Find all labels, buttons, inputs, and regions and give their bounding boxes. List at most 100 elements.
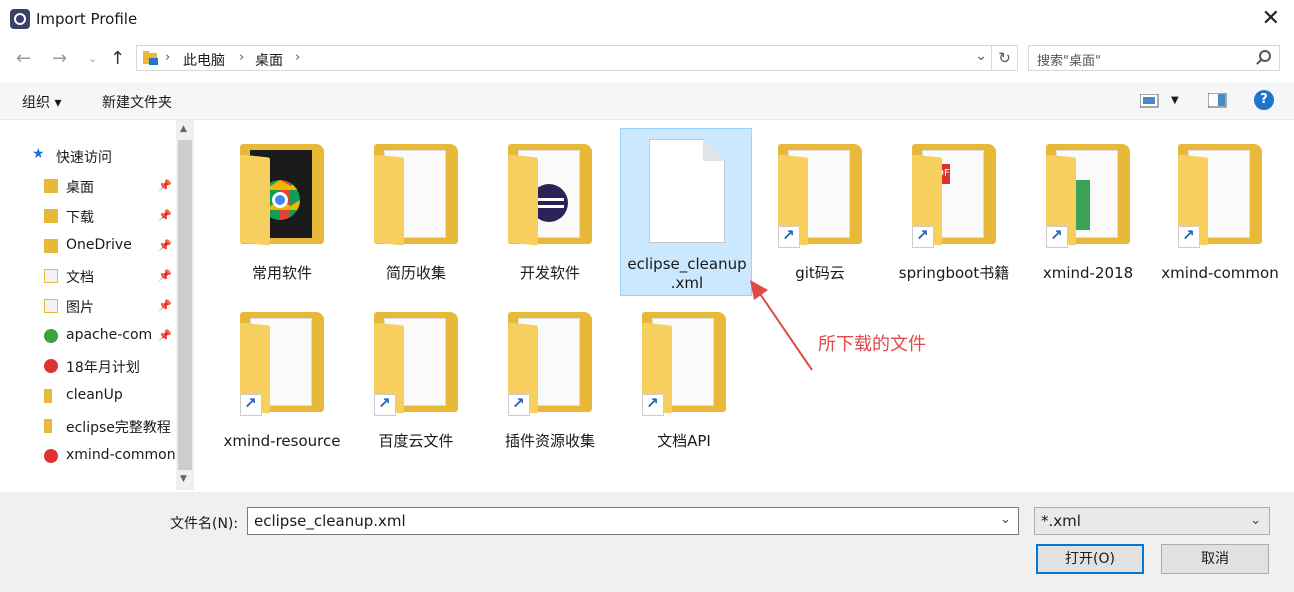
folder-thumbnail [240,312,324,416]
search-icon [1259,50,1271,62]
app-icon [10,9,30,29]
scroll-down-icon[interactable]: ▼ [180,474,187,484]
pin-icon[interactable]: 📌 [158,239,172,252]
folder-thumbnail [1046,144,1130,248]
annotation-arrow-icon [750,280,813,371]
nav-item-onedrive[interactable]: OneDrive 📌 [0,232,176,260]
address-bar[interactable]: › 此电脑 › 桌面 › ⌄ ↻ [136,45,1018,71]
shortcut-arrow-icon [374,394,396,416]
file-label: 常用软件 [251,264,312,282]
annotation-text: 所下载的文件 [818,334,926,355]
shortcut-springboot-books[interactable]: PDF springboot书籍 [888,130,1020,298]
folder-dev-software[interactable]: 开发软件 [484,130,616,298]
preview-pane-icon[interactable] [1208,93,1228,109]
file-eclipse-cleanup[interactable]: eclipse_cleanup .xml [620,128,752,296]
file-label: xmind-2018 [1042,264,1134,282]
nav-item-label: cleanUp [66,387,123,403]
scroll-thumb[interactable] [178,140,192,470]
pin-icon[interactable]: 📌 [158,269,172,282]
navigation-pane: ★ 快速访问 桌面 📌 下载 📌 OneDrive 📌 文档 📌 图片 📌 ap… [0,120,194,490]
shortcut-arrow-icon [1178,226,1200,248]
shortcut-plugin-resources[interactable]: 插件资源收集 [484,298,616,466]
pin-icon[interactable]: 📌 [158,299,172,312]
folder-icon [44,329,58,343]
shortcut-arrow-icon [1046,226,1068,248]
help-icon[interactable]: ? [1254,90,1274,110]
download-icon [44,209,58,223]
scroll-up-icon[interactable]: ▲ [180,124,187,134]
folder-icon [44,449,58,463]
nav-item-cleanup[interactable]: cleanUp [0,382,176,410]
nav-item-label: 快速访问 [56,150,112,166]
folder-thumbnail [240,144,324,248]
file-thumbnail [645,139,729,247]
title-bar: Import Profile ✕ [0,0,1294,38]
file-type-select[interactable]: *.xml ⌄ [1034,507,1270,535]
nav-item-18-plan[interactable]: 18年月计划 [0,352,176,380]
view-chevron-icon[interactable]: ▼ [1171,95,1179,106]
shortcut-xmind-resource[interactable]: xmind-resource [216,298,348,466]
up-icon[interactable]: ↑ [110,48,125,69]
file-type-value: *.xml [1041,512,1081,530]
new-folder-button[interactable]: 新建文件夹 [102,92,172,112]
breadcrumb-separator: › [295,50,301,65]
chevron-down-icon[interactable]: ⌄ [975,48,987,64]
nav-scrollbar[interactable]: ▲ ▼ [176,120,194,490]
folder-icon [143,51,158,65]
breadcrumb-this-pc[interactable]: 此电脑 [183,50,225,70]
filename-chevron-icon[interactable]: ⌄ [1000,512,1011,527]
nav-item-xmind-common[interactable]: xmind-common [0,442,176,470]
view-icon[interactable] [1140,94,1160,108]
shortcut-arrow-icon [508,394,530,416]
search-input[interactable]: 搜索"桌面" [1028,45,1280,71]
shortcut-doc-api[interactable]: 文档API [618,298,750,466]
nav-item-quick-access[interactable]: ★ 快速访问 [0,142,176,170]
nav-item-documents[interactable]: 文档 📌 [0,262,176,290]
recent-chevron-icon[interactable]: ⌄ [88,52,97,65]
nav-item-label: xmind-common [66,447,176,463]
shortcut-git[interactable]: git码云 [754,130,886,298]
cloud-icon [44,239,58,253]
folder-icon [44,359,58,373]
folder-common-software[interactable]: 常用软件 [216,130,348,298]
document-icon [44,269,58,283]
breadcrumb-desktop[interactable]: 桌面 [255,50,283,70]
filename-label: 文件名(N): [170,516,239,532]
pin-icon[interactable]: 📌 [158,209,172,222]
refresh-icon[interactable]: ↻ [991,46,1017,70]
nav-item-label: 下载 [66,210,94,226]
folder-thumbnail [508,312,592,416]
file-label-line1: eclipse_cleanup [627,255,747,273]
organize-button[interactable]: 组织 ▾ [22,92,61,112]
pin-icon[interactable]: 📌 [158,179,172,192]
folder-icon [44,419,52,433]
folder-icon [44,179,58,193]
nav-item-label: 桌面 [66,180,94,196]
nav-item-eclipse-tutorial[interactable]: eclipse完整教程 [0,412,176,440]
nav-item-downloads[interactable]: 下载 📌 [0,202,176,230]
back-icon[interactable]: ← [16,48,31,69]
shortcut-baidu-cloud[interactable]: 百度云文件 [350,298,482,466]
folder-icon [44,389,52,403]
forward-icon[interactable]: → [52,48,67,69]
nav-item-apache-com[interactable]: apache-com 📌 [0,322,176,350]
folder-resume[interactable]: 简历收集 [350,130,482,298]
nav-item-label: OneDrive [66,237,132,253]
shortcut-arrow-icon [240,394,262,416]
shortcut-arrow-icon [778,226,800,248]
open-button[interactable]: 打开(O) [1036,544,1144,574]
shortcut-xmind-2018[interactable]: xmind-2018 [1022,130,1154,298]
filename-field[interactable]: eclipse_cleanup.xml [247,507,1019,535]
close-icon[interactable]: ✕ [1262,6,1280,31]
nav-item-desktop[interactable]: 桌面 📌 [0,172,176,200]
nav-item-pictures[interactable]: 图片 📌 [0,292,176,320]
star-icon: ★ [32,146,45,162]
nav-item-label: 图片 [66,300,94,316]
cancel-button[interactable]: 取消 [1161,544,1269,574]
file-label-line2: .xml [670,274,704,292]
shortcut-xmind-common[interactable]: xmind-common [1154,130,1286,298]
file-label: 插件资源收集 [504,432,595,450]
pin-icon[interactable]: 📌 [158,329,172,342]
address-row: ← → ⌄ ↑ › 此电脑 › 桌面 › ⌄ ↻ 搜索"桌面" [0,38,1294,82]
nav-item-label: apache-com [66,327,153,343]
